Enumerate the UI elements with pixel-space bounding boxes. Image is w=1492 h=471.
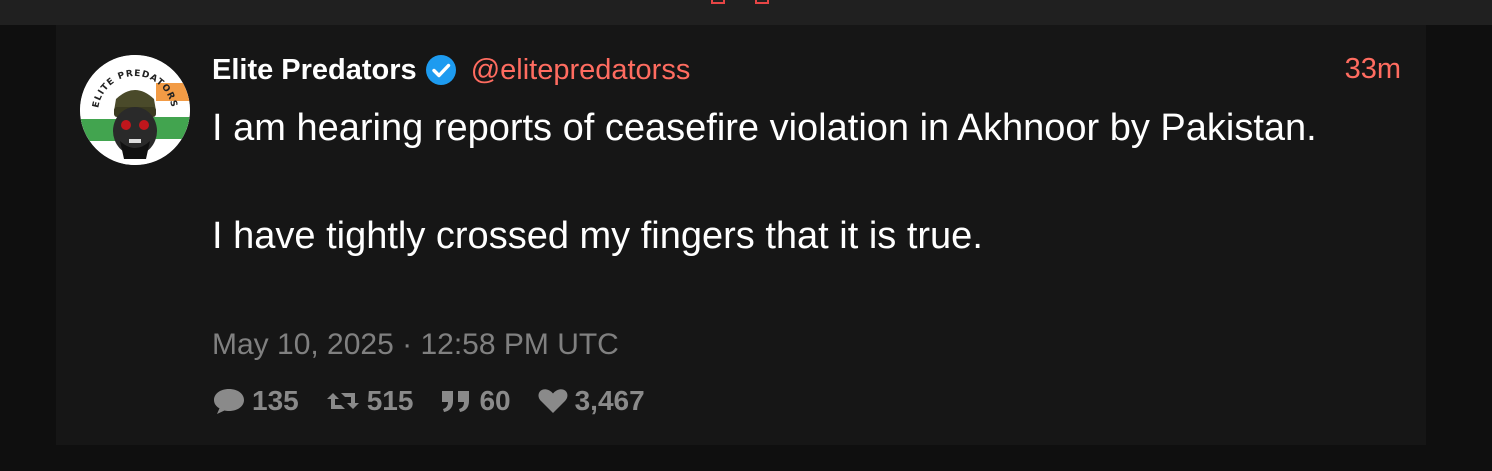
- tweet-header: Elite Predators @elitepredatorss: [212, 53, 690, 87]
- tweet-published-date[interactable]: May 10, 2025 · 12:58 PM UTC: [212, 328, 619, 362]
- comment-count: 135: [252, 385, 299, 416]
- top-navbar: [0, 0, 1492, 25]
- avatar-logo: ELITE PREDATORS: [80, 55, 190, 165]
- like-count: 3,467: [574, 385, 645, 416]
- tweet-card[interactable]: ELITE PREDATORS Elite Predators @elitepr…: [56, 25, 1426, 445]
- verified-badge-icon: [425, 54, 457, 86]
- tweet-text-paragraph: I am hearing reports of ceasefire violat…: [212, 107, 1317, 149]
- nav-accent-mark: [755, 0, 769, 4]
- tweet-time-link[interactable]: 33m: [1345, 53, 1401, 86]
- avatar[interactable]: ELITE PREDATORS: [80, 55, 190, 165]
- nav-accent-mark: [711, 0, 725, 4]
- comment-stat[interactable]: 135: [212, 385, 299, 417]
- fullname-link[interactable]: Elite Predators: [212, 54, 417, 87]
- quote-icon: [439, 387, 473, 415]
- tweet-content: I am hearing reports of ceasefire violat…: [212, 101, 1392, 263]
- quote-count: 60: [479, 385, 511, 416]
- heart-icon: [537, 387, 569, 415]
- tweet-text-paragraph: I have tightly crossed my fingers that i…: [212, 215, 983, 257]
- retweet-stat[interactable]: 515: [325, 385, 414, 417]
- like-stat[interactable]: 3,467: [537, 385, 645, 417]
- quote-stat[interactable]: 60: [439, 385, 511, 417]
- tweet-stats: 135 515 60 3,467: [212, 383, 671, 419]
- comment-icon: [212, 387, 246, 415]
- username-link[interactable]: @elitepredatorss: [471, 54, 691, 87]
- retweet-count: 515: [366, 385, 414, 416]
- retweet-icon: [325, 387, 361, 415]
